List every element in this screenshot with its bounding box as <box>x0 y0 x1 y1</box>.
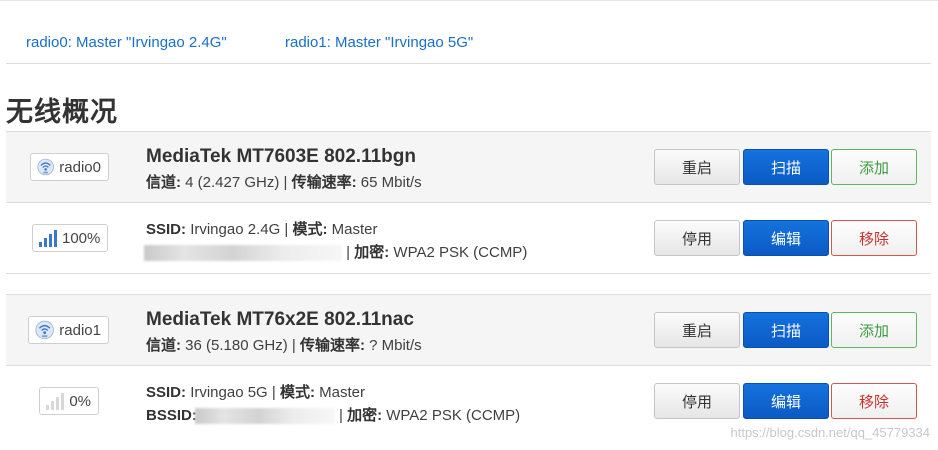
wifi-radio-icon <box>37 158 54 176</box>
device-name: MediaTek MT76x2E 802.11nac <box>146 309 414 330</box>
encryption-value: WPA2 PSK (CCMP) <box>393 244 528 261</box>
ssid-label: SSID: <box>146 221 187 238</box>
edit-button[interactable]: 编辑 <box>743 220 829 256</box>
network-info: SSID: Irvingao 5G | 模式: Master <box>146 384 365 401</box>
bitrate-value: 65 Mbit/s <box>360 174 422 191</box>
wifi-radio-icon <box>35 320 54 340</box>
bitrate-label: 传输速率: <box>291 174 357 191</box>
add-button[interactable]: 添加 <box>831 312 917 348</box>
channel-value: 4 (2.427 GHz) <box>185 174 280 191</box>
radio-device-row: radio1 MediaTek MT76x2E 802.11nac 信道: 36… <box>6 294 931 365</box>
encryption-label: 加密: <box>354 244 390 261</box>
watermark: https://blog.csdn.net/qq_45779334 <box>730 425 931 440</box>
channel-label: 信道: <box>146 174 181 191</box>
signal-bars-icon <box>46 392 64 410</box>
channel-value: 36 (5.180 GHz) <box>185 337 288 354</box>
channel-label: 信道: <box>146 337 181 354</box>
bitrate-value: ? Mbit/s <box>369 337 422 354</box>
page-title: 无线概况 <box>6 97 118 128</box>
radio-device-row: radio0 MediaTek MT7603E 802.11bgn 信道: 4 … <box>6 131 931 202</box>
device-info: 信道: 36 (5.180 GHz) | 传输速率: ? Mbit/s <box>146 337 422 354</box>
remove-button[interactable]: 移除 <box>831 220 917 256</box>
radio-badge-label: radio1 <box>59 321 101 339</box>
signal-bars-icon <box>39 229 57 247</box>
radio-tab-bar: radio0: Master "Irvingao 2.4G" radio1: M… <box>6 22 931 64</box>
device-name: MediaTek MT7603E 802.11bgn <box>146 146 416 167</box>
scan-button[interactable]: 扫描 <box>743 312 829 348</box>
bssid-label: BSSID: <box>146 407 197 424</box>
ssid-value: Irvingao 2.4G <box>190 221 281 238</box>
scan-button[interactable]: 扫描 <box>743 149 829 185</box>
tab-radio0[interactable]: radio0: Master "Irvingao 2.4G" <box>26 34 227 51</box>
encryption-value: WPA2 PSK (CCMP) <box>386 407 521 424</box>
restart-button[interactable]: 重启 <box>654 312 740 348</box>
network-row: 100% SSID: Irvingao 2.4G | 模式: Master | … <box>6 202 931 274</box>
signal-value: 100% <box>62 229 101 247</box>
disable-button[interactable]: 停用 <box>654 383 740 419</box>
redacted-bssid <box>144 245 342 262</box>
add-button[interactable]: 添加 <box>831 149 917 185</box>
signal-value: 0% <box>69 392 91 410</box>
ssid-label: SSID: <box>146 384 187 401</box>
signal-badge: 0% <box>39 387 99 415</box>
radio-badge-label: radio0 <box>59 158 101 176</box>
tab-radio1[interactable]: radio1: Master "Irvingao 5G" <box>285 34 473 51</box>
encryption-label: 加密: <box>347 407 383 424</box>
device-info: 信道: 4 (2.427 GHz) | 传输速率: 65 Mbit/s <box>146 174 422 191</box>
signal-badge: 100% <box>32 224 108 252</box>
mode-value: Master <box>319 384 365 401</box>
radio-badge: radio0 <box>30 153 109 181</box>
redacted-bssid <box>194 408 335 425</box>
top-divider <box>0 0 938 1</box>
edit-button[interactable]: 编辑 <box>743 383 829 419</box>
network-info: SSID: Irvingao 2.4G | 模式: Master <box>146 221 378 238</box>
network-security: BSSID: | 加密: WPA2 PSK (CCMP) <box>146 407 521 425</box>
mode-value: Master <box>331 221 378 238</box>
disable-button[interactable]: 停用 <box>654 220 740 256</box>
ssid-value: Irvingao 5G <box>190 384 268 401</box>
bitrate-label: 传输速率: <box>299 337 365 354</box>
network-security: | 加密: WPA2 PSK (CCMP) <box>144 241 528 262</box>
remove-button[interactable]: 移除 <box>831 383 917 419</box>
mode-label: 模式: <box>292 221 328 238</box>
mode-label: 模式: <box>279 384 315 401</box>
radio-badge: radio1 <box>28 316 109 344</box>
restart-button[interactable]: 重启 <box>654 149 740 185</box>
